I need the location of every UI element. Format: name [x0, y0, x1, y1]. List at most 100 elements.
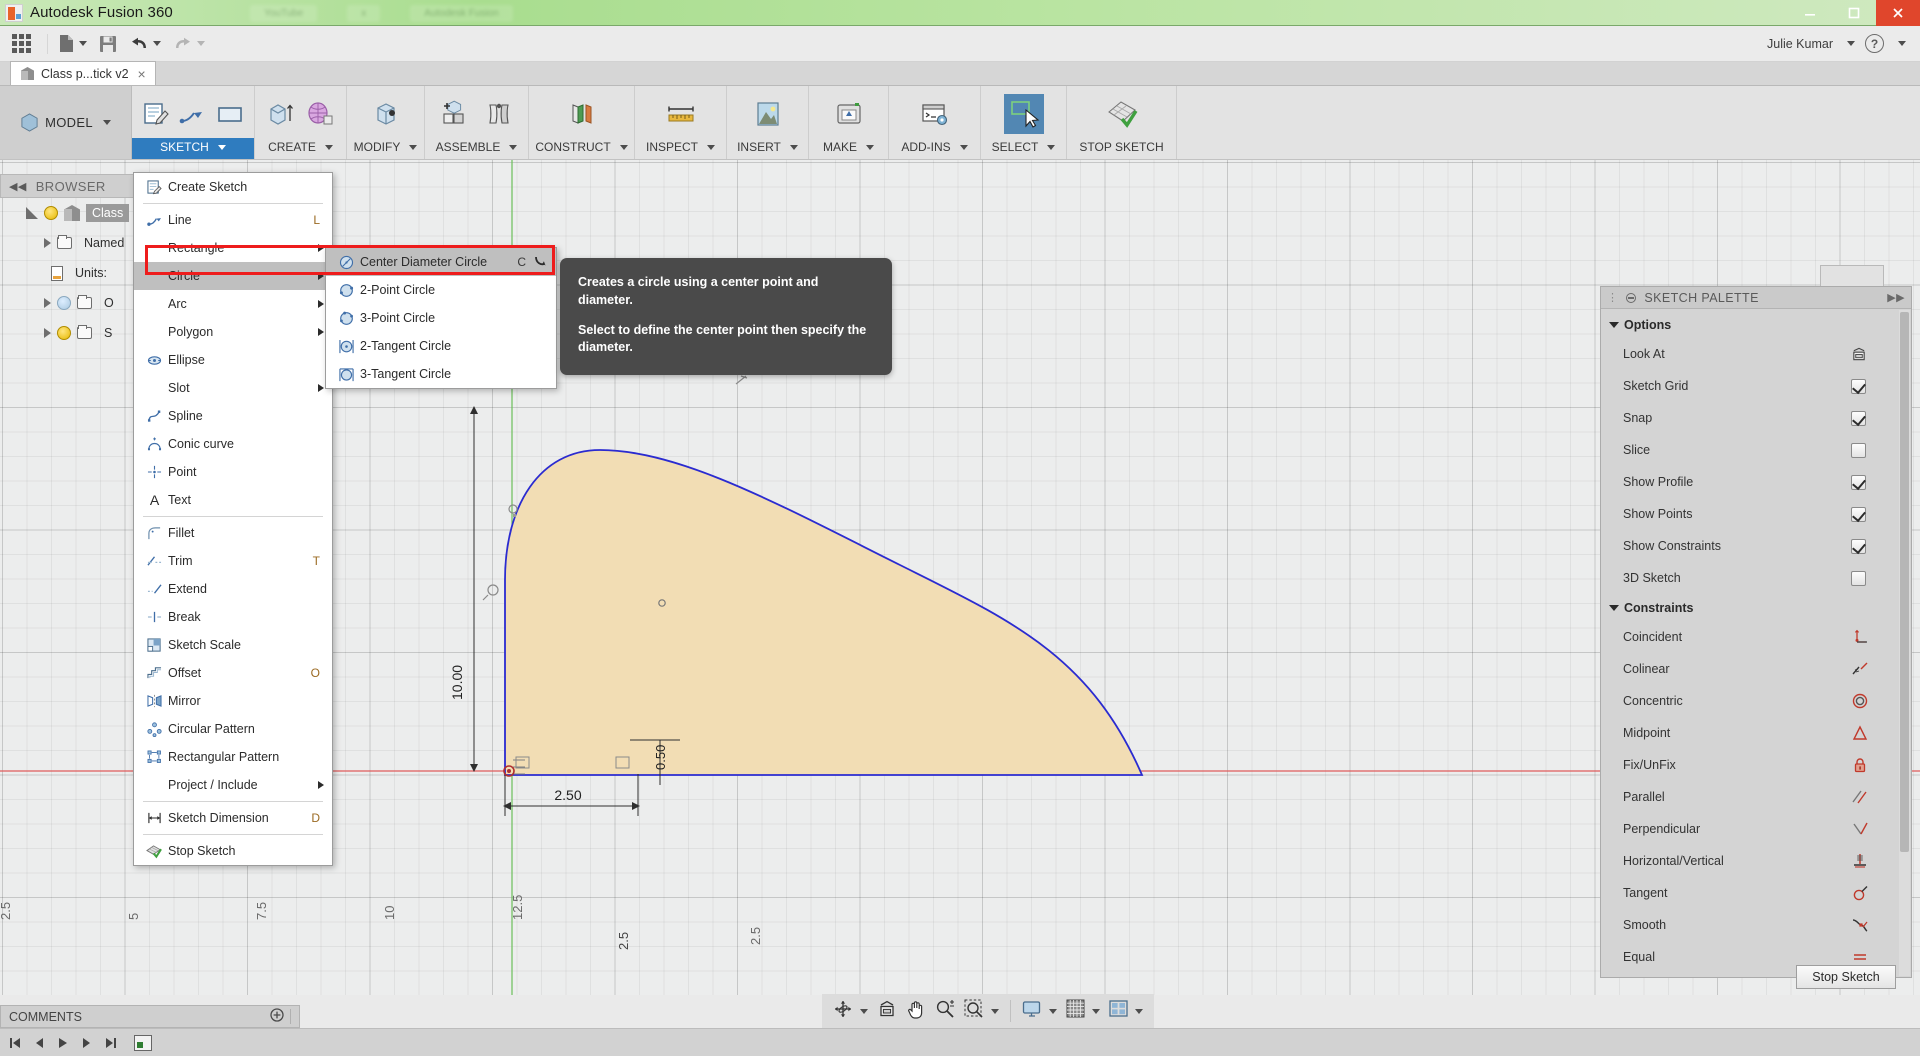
chevron-down-icon[interactable]: [1049, 1008, 1057, 1014]
menu-item-sketch-dimension[interactable]: Sketch Dimension D: [134, 804, 332, 832]
timeline-prev-icon[interactable]: [30, 1034, 48, 1052]
menu-item-line[interactable]: Line L: [134, 206, 332, 234]
app-grid-icon[interactable]: [12, 34, 31, 53]
modify-group-label[interactable]: MODIFY: [347, 138, 424, 159]
extrude-icon[interactable]: [263, 94, 299, 134]
constraint-row-tangent[interactable]: Tangent: [1601, 877, 1911, 909]
zoom-fit-icon[interactable]: [964, 999, 984, 1024]
help-icon[interactable]: ?: [1865, 34, 1884, 53]
constraints-section-title[interactable]: Constraints: [1601, 598, 1911, 621]
palette-row-snap[interactable]: Snap: [1601, 402, 1911, 434]
line-icon[interactable]: [177, 94, 210, 134]
new-component-icon[interactable]: [435, 94, 475, 134]
menu-item-extend[interactable]: Extend: [134, 575, 332, 603]
sketch-group-label[interactable]: SKETCH: [132, 138, 254, 159]
user-name[interactable]: Julie Kumar: [1767, 37, 1833, 51]
menu-item-create-sketch[interactable]: Create Sketch: [134, 173, 332, 201]
fix-unfix-icon[interactable]: [1851, 757, 1897, 773]
colinear-icon[interactable]: [1851, 661, 1897, 677]
chevron-down-icon[interactable]: [1847, 41, 1855, 46]
expand-triangle-icon[interactable]: [44, 238, 51, 248]
ribbon-group-create[interactable]: CREATE: [255, 86, 347, 159]
look-at-icon[interactable]: [877, 1000, 897, 1023]
menu-item-arc[interactable]: Arc: [134, 290, 332, 318]
display-settings-icon[interactable]: [1022, 1000, 1042, 1023]
expand-triangle-icon[interactable]: [26, 207, 38, 219]
smooth-icon[interactable]: [1851, 917, 1897, 933]
chevron-down-icon[interactable]: [991, 1008, 999, 1014]
concentric-icon[interactable]: [1851, 693, 1897, 709]
ribbon-group-make[interactable]: MAKE: [809, 86, 889, 159]
chevron-down-icon[interactable]: [1898, 41, 1906, 46]
ribbon-group-select[interactable]: SELECT: [981, 86, 1067, 159]
workspace-switcher[interactable]: MODEL: [0, 86, 132, 159]
visibility-bulb-icon[interactable]: [44, 206, 58, 220]
options-section-title[interactable]: Options: [1601, 315, 1911, 338]
menu-item-fillet[interactable]: Fillet: [134, 519, 332, 547]
collapse-triangle-icon[interactable]: [1609, 605, 1619, 611]
look-at-icon[interactable]: [1851, 347, 1897, 362]
chevron-down-icon[interactable]: [217, 144, 226, 150]
maximize-icon[interactable]: [1832, 0, 1876, 26]
palette-row-show-constraints[interactable]: Show Constraints: [1601, 530, 1911, 562]
chevron-down-icon[interactable]: [866, 144, 874, 150]
palette-row-slice[interactable]: Slice: [1601, 434, 1911, 466]
assemble-group-label[interactable]: ASSEMBLE: [425, 138, 528, 159]
expand-right-icon[interactable]: ▶▶: [1887, 291, 1905, 304]
constraint-row-smooth[interactable]: Smooth: [1601, 909, 1911, 941]
coincident-icon[interactable]: [1851, 629, 1897, 645]
minimize-icon[interactable]: [1788, 0, 1832, 26]
constraint-row-perpendicular[interactable]: Perpendicular: [1601, 813, 1911, 845]
menu-item-text[interactable]: A Text: [134, 486, 332, 514]
menu-item-conic-curve[interactable]: Conic curve: [134, 430, 332, 458]
ribbon-group-inspect[interactable]: INSPECT: [635, 86, 727, 159]
sketch-grid-checkbox[interactable]: [1851, 378, 1866, 394]
horizontal-vertical-icon[interactable]: [1851, 853, 1897, 869]
timeline-next-icon[interactable]: [78, 1034, 96, 1052]
visibility-bulb-icon[interactable]: [57, 326, 71, 340]
constraint-row-concentric[interactable]: Concentric: [1601, 685, 1911, 717]
rectangle-icon[interactable]: [213, 94, 246, 134]
zoom-icon[interactable]: [935, 999, 955, 1024]
constraint-row-midpoint[interactable]: Midpoint: [1601, 717, 1911, 749]
palette-row-3d-sketch[interactable]: 3D Sketch: [1601, 562, 1911, 594]
palette-row-look-at[interactable]: Look At: [1601, 338, 1911, 370]
viewports-icon[interactable]: [1109, 1000, 1128, 1022]
timeline-first-icon[interactable]: [6, 1034, 24, 1052]
submenu-item-center-diameter-circle[interactable]: Center Diameter Circle C: [326, 248, 556, 276]
menu-item-break[interactable]: Break: [134, 603, 332, 631]
inspect-group-label[interactable]: INSPECT: [635, 138, 726, 159]
menu-item-trim[interactable]: Trim T: [134, 547, 332, 575]
chevron-down-icon[interactable]: [1047, 144, 1056, 150]
scripts-addins-icon[interactable]: [915, 94, 955, 134]
stop-sketch-icon[interactable]: [1102, 94, 1142, 134]
ribbon-group-assemble[interactable]: ASSEMBLE: [425, 86, 529, 159]
comments-bar[interactable]: COMMENTS: [0, 1005, 300, 1028]
menu-item-slot[interactable]: Slot: [134, 374, 332, 402]
sketch-palette-header[interactable]: ⋮ SKETCH PALETTE ▶▶: [1601, 287, 1911, 309]
chevron-down-icon[interactable]: [197, 41, 205, 46]
chevron-down-icon[interactable]: [409, 144, 418, 150]
pan-hand-icon[interactable]: [906, 999, 926, 1024]
3d-sketch-checkbox[interactable]: [1851, 570, 1866, 586]
chevron-down-icon[interactable]: [79, 41, 87, 46]
menu-item-rectangle[interactable]: Rectangle: [134, 234, 332, 262]
collapse-triangle-icon[interactable]: [1609, 322, 1619, 328]
close-icon[interactable]: [1876, 0, 1920, 26]
offset-plane-icon[interactable]: [562, 94, 602, 134]
show-profile-checkbox[interactable]: [1851, 474, 1866, 490]
undo-icon[interactable]: [123, 26, 167, 62]
ribbon-group-insert[interactable]: INSERT: [727, 86, 809, 159]
menu-item-polygon[interactable]: Polygon: [134, 318, 332, 346]
drag-handle-icon[interactable]: ⋮: [1607, 291, 1618, 304]
make-group-label[interactable]: MAKE: [809, 138, 888, 159]
chevron-down-icon[interactable]: [324, 144, 333, 150]
perpendicular-icon[interactable]: [1851, 821, 1897, 837]
stop-sketch-group-label[interactable]: STOP SKETCH: [1067, 138, 1176, 159]
collapse-left-icon[interactable]: ◀◀: [9, 180, 27, 193]
create-group-label[interactable]: CREATE: [255, 138, 346, 159]
chevron-down-icon[interactable]: [1092, 1008, 1100, 1014]
chevron-down-icon[interactable]: [619, 144, 628, 150]
submenu-item-2-tangent-circle[interactable]: 2-Tangent Circle: [326, 332, 556, 360]
parallel-icon[interactable]: [1851, 789, 1897, 805]
